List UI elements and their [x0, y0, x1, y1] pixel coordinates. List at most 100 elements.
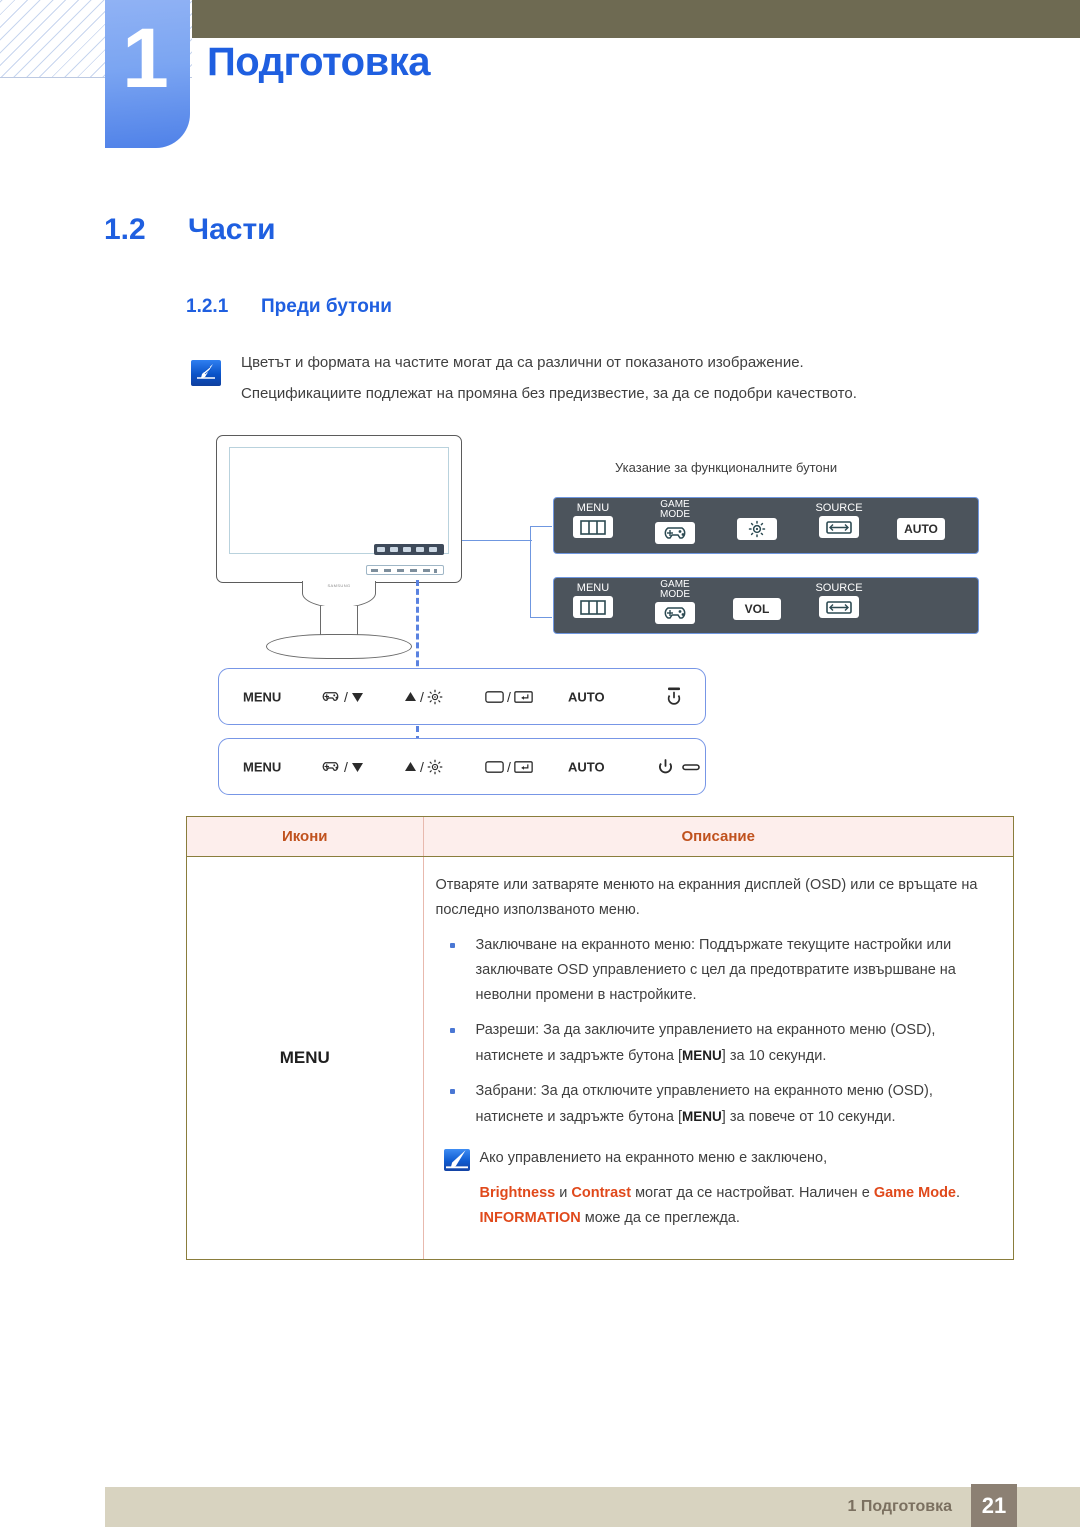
front2-menu[interactable]: MENU	[243, 759, 281, 774]
front1-menu[interactable]: MENU	[243, 689, 281, 704]
quill-glyph	[445, 1150, 468, 1169]
desc-subnote: Ако управлението на екранното меню е зак…	[436, 1146, 996, 1231]
osd-button-source[interactable]: SOURCE	[804, 503, 874, 556]
separator-slash: /	[420, 758, 424, 775]
front2-power[interactable]	[657, 758, 700, 776]
front2-auto-label: AUTO	[568, 759, 605, 774]
term-contrast: Contrast	[571, 1185, 632, 1201]
monitor-base	[266, 634, 412, 659]
osd2-label-source: SOURCE	[815, 582, 863, 594]
menu-panel-icon	[573, 596, 613, 618]
bullet3-suffix: ] за повече от 10 секунди.	[721, 1109, 896, 1125]
chapter-number-badge: 1	[105, 0, 190, 148]
osd-caption: Указание за функционалните бутони	[615, 460, 838, 475]
menu-panel-icon	[573, 516, 613, 538]
osd2-label-game-mode: GAME MODE	[660, 579, 690, 600]
front-button-bar-1: MENU / / / AUTO	[218, 668, 706, 725]
osd2-button-game-mode[interactable]: GAME MODE	[640, 580, 710, 642]
footer-chapter-label: 1 Подготовка	[847, 1498, 952, 1515]
front1-menu-label: MENU	[243, 689, 282, 704]
osd2-button-source[interactable]: SOURCE	[804, 583, 874, 636]
chapter-title: Подготовка	[207, 40, 430, 84]
front1-gamemode-down[interactable]: /	[320, 689, 364, 705]
enter-icon	[514, 690, 533, 703]
subnote-mid-4: може да се преглежда.	[580, 1210, 740, 1226]
menu-panel-glyph	[580, 519, 606, 535]
osd-label-menu: MENU	[576, 502, 610, 514]
front2-display-enter[interactable]: /	[485, 759, 533, 775]
front2-gamemode-down[interactable]: /	[320, 759, 364, 775]
monitor-neck: SAMSUNG	[302, 581, 376, 608]
desc-bullet-3: Забрани: За да отключите управлението на…	[436, 1079, 996, 1130]
front2-menu-label: MENU	[243, 759, 282, 774]
brightness-icon	[427, 689, 443, 704]
separator-slash: /	[420, 688, 424, 705]
brightness-glyph	[748, 520, 766, 538]
desc-intro: Отваряте или затваряте менюто на екранни…	[435, 877, 978, 918]
gamepad-icon	[655, 522, 695, 544]
source-glyph	[826, 520, 852, 534]
section-number: 1.2	[104, 213, 146, 246]
gamepad-icon	[322, 762, 339, 771]
up-triangle-icon	[405, 761, 416, 771]
source-icon	[819, 516, 859, 538]
monitor-brand-logo: SAMSUNG	[327, 583, 351, 588]
separator-slash: /	[507, 758, 511, 775]
callout-line-v1	[530, 526, 532, 618]
subnote-mid-2: могат да се настройват. Наличен е	[631, 1185, 874, 1201]
monitor-button-strip-light	[366, 565, 444, 575]
front2-up-brightness[interactable]: /	[404, 759, 443, 775]
table-cell-icon: MENU	[187, 856, 424, 1259]
desc-bullet-1: Заключване на екранното меню: Поддържате…	[436, 933, 996, 1008]
front1-up-brightness[interactable]: /	[404, 689, 443, 705]
led-indicator-icon	[682, 763, 700, 770]
osd-bar-vol: MENU GAME MODE VOL SOURCE	[553, 577, 979, 641]
section-title: Части	[188, 213, 276, 246]
front1-power[interactable]	[665, 686, 683, 708]
osd-button-auto[interactable]: AUTO	[886, 516, 956, 558]
source-glyph	[826, 600, 852, 614]
front1-auto-label: AUTO	[568, 689, 605, 704]
front2-auto[interactable]: AUTO	[568, 759, 605, 774]
gamepad-icon	[322, 692, 339, 701]
menu-key-label: MENU	[279, 1048, 330, 1067]
note-text: Цветът и формата на частите могат да са …	[241, 352, 981, 404]
front1-display-enter[interactable]: /	[485, 689, 533, 705]
osd-button-brightness[interactable]	[722, 516, 792, 558]
down-triangle-icon	[351, 762, 363, 772]
callout-line-h3	[530, 617, 552, 619]
icons-description-table: Икони Описание MENU Отваряте или затваря…	[186, 816, 1014, 1260]
osd2-button-vol[interactable]: VOL	[722, 596, 792, 638]
table-row: MENU Отваряте или затваряте менюто на ек…	[187, 856, 1013, 1259]
gamepad-glyph	[664, 527, 686, 539]
power-icon	[659, 758, 672, 773]
subsection-heading: 1.2.1 Преди бутони	[186, 296, 392, 318]
front1-auto[interactable]: AUTO	[568, 689, 605, 704]
separator-slash: /	[344, 688, 348, 705]
note-line-1: Цветът и формата на частите могат да са …	[241, 354, 804, 371]
note-block: Цветът и формата на частите могат да са …	[191, 352, 981, 414]
table-header-description: Описание	[423, 817, 1013, 857]
osd-key-label-vol: VOL	[744, 602, 770, 616]
subsection-number: 1.2.1	[186, 296, 229, 317]
osd-label-game-mode: GAME MODE	[660, 499, 690, 520]
gamepad-glyph	[664, 607, 686, 619]
term-information: INFORMATION	[479, 1210, 581, 1226]
gamepad-icon	[655, 602, 695, 624]
table-header-row: Икони Описание	[187, 817, 1013, 857]
term-brightness: Brightness	[479, 1185, 556, 1201]
subnote-line-2: Brightness и Contrast могат да се настро…	[480, 1181, 996, 1231]
auto-key-icon: AUTO	[897, 518, 945, 540]
subnote-mid-1: и	[555, 1185, 572, 1201]
menu-panel-glyph	[580, 599, 606, 615]
page-number-box: 21	[971, 1484, 1017, 1527]
page-number: 21	[981, 1493, 1007, 1518]
bullet2-key: MENU	[682, 1048, 722, 1063]
brightness-icon	[737, 518, 777, 540]
osd-button-menu[interactable]: MENU	[558, 503, 628, 556]
osd2-button-menu[interactable]: MENU	[558, 583, 628, 636]
enter-icon	[514, 760, 533, 773]
osd-button-game-mode[interactable]: GAME MODE	[640, 500, 710, 562]
power-standby-icon	[667, 687, 681, 705]
osd2-label-menu: MENU	[576, 582, 610, 594]
